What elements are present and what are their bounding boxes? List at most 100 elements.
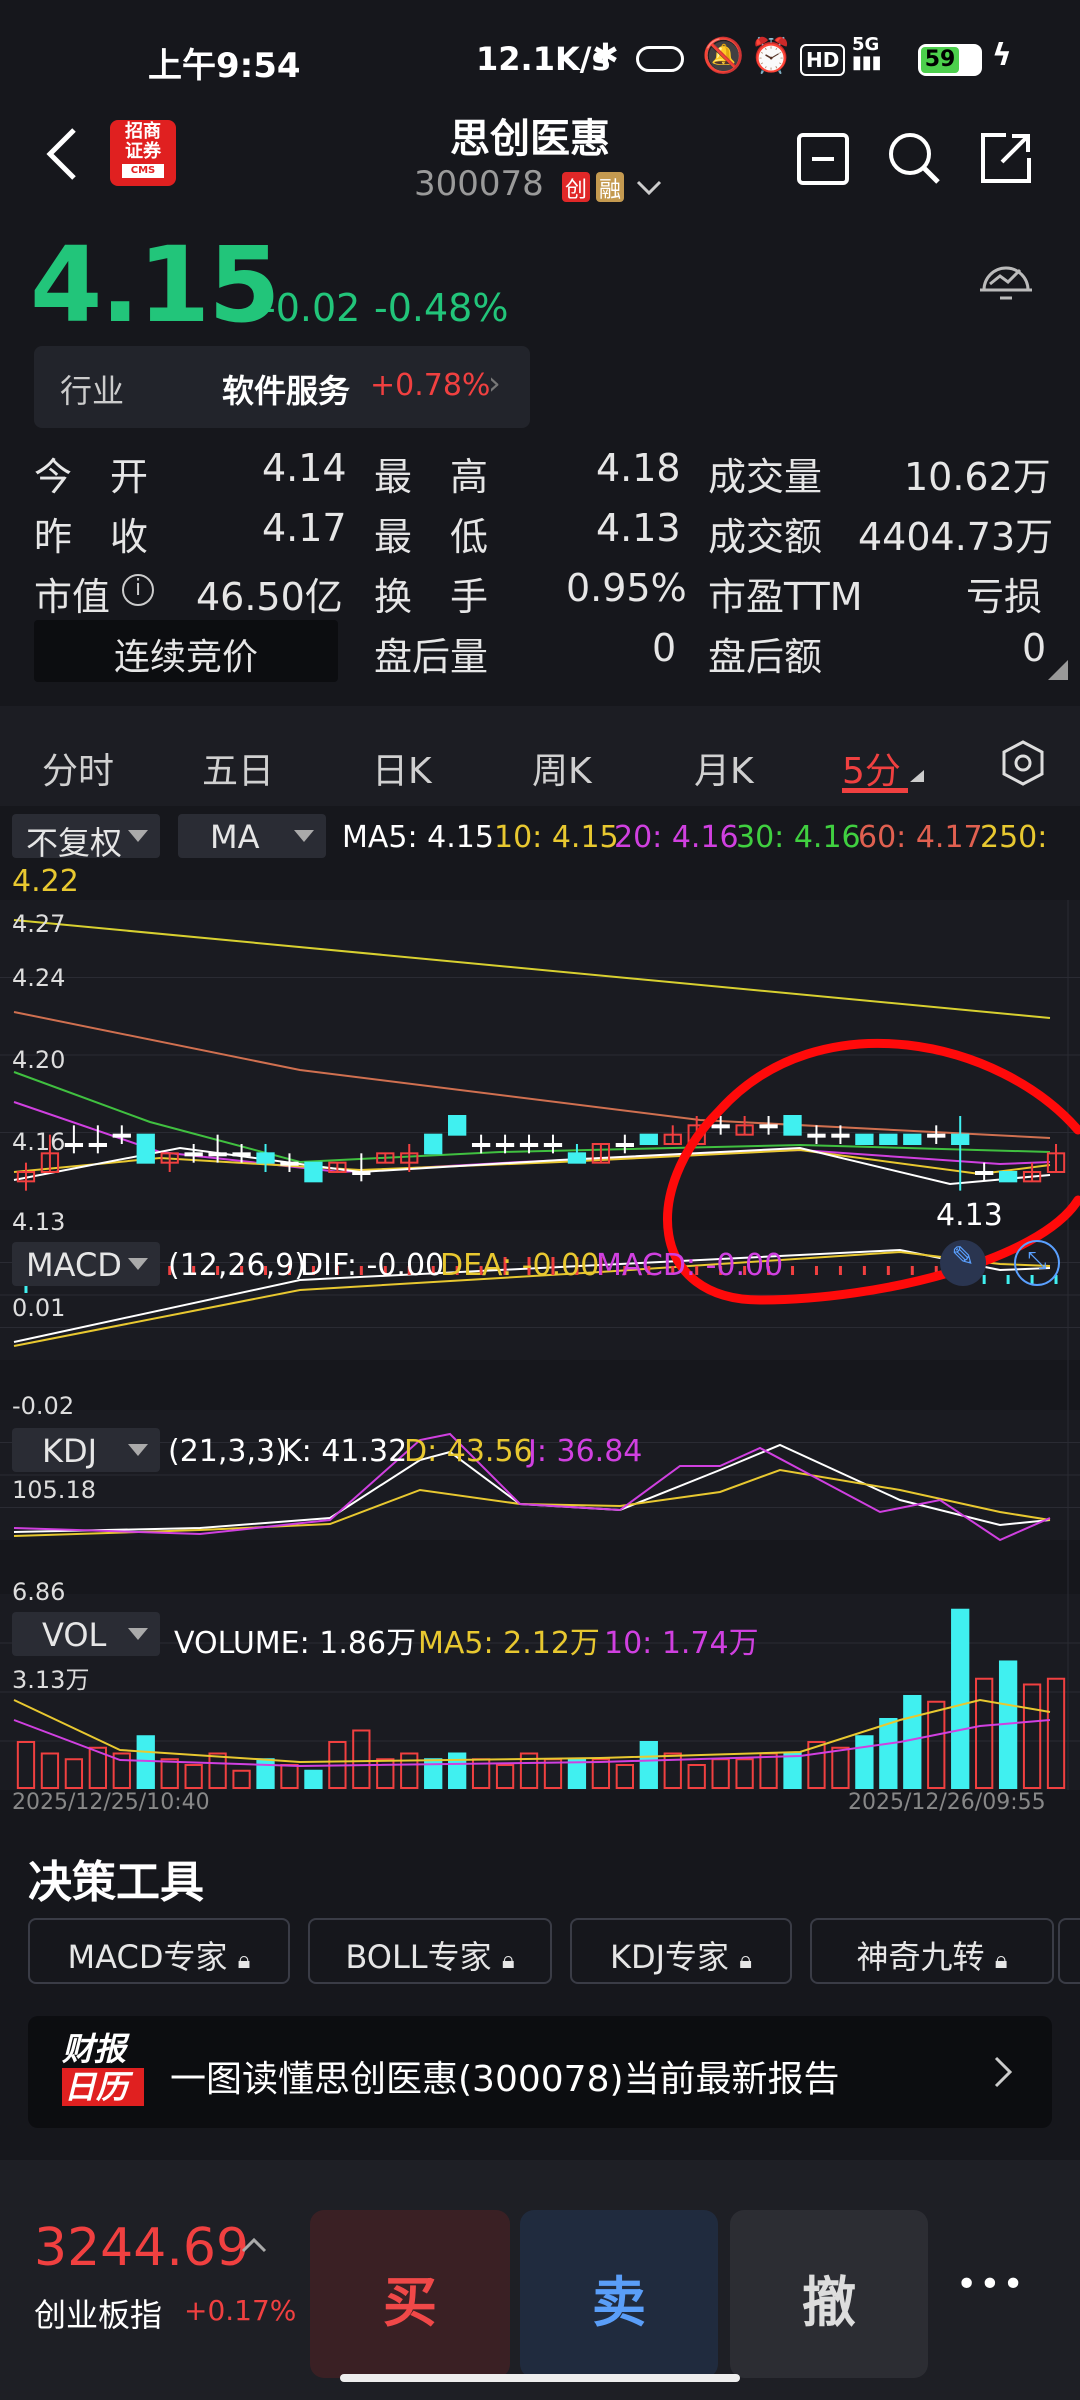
- expand-icon[interactable]: ⤡: [1014, 1240, 1060, 1286]
- after-vol-label: 盘后量: [374, 635, 489, 679]
- kdj-dropdown[interactable]: KDJ: [12, 1428, 160, 1472]
- volume-bar: [304, 1769, 323, 1790]
- low-price-marker: 4.13: [936, 1198, 1003, 1233]
- ma60-value: 60: 4.17: [858, 820, 983, 855]
- chevron-right-icon: [994, 2056, 1013, 2088]
- tab-five-day[interactable]: 五日: [202, 742, 274, 794]
- y-tick-4: 4.16: [12, 1128, 66, 1156]
- home-indicator[interactable]: [340, 2374, 740, 2382]
- more-icon[interactable]: •••: [956, 2264, 1026, 2305]
- price-change-pct: -0.48%: [374, 286, 509, 330]
- prev-close-value: 4.17: [262, 506, 347, 550]
- candle-body: [471, 1143, 491, 1147]
- volume-bar: [855, 1735, 874, 1789]
- macd-value: MACD: -0.00: [596, 1248, 784, 1283]
- macd-params: (12,26,9): [168, 1248, 306, 1283]
- y-tick-top: 4.27: [12, 910, 66, 938]
- logo-top: 财报: [62, 2030, 127, 2068]
- vol-y-top: 3.13万: [12, 1666, 90, 1694]
- mute-icon: 🔕: [702, 36, 745, 76]
- prev-close-label: 昨 收: [34, 515, 149, 559]
- candle-body: [639, 1133, 658, 1146]
- chip-more[interactable]: [1058, 1918, 1080, 1984]
- badge-rong: 融: [596, 172, 624, 203]
- report-banner[interactable]: 财报 日历 一图读懂思创医惠(300078)当前最新报告: [28, 2016, 1052, 2128]
- chip-label: KDJ专家: [609, 1938, 730, 1976]
- candle-body: [448, 1115, 467, 1136]
- kdj-params: (21,3,3): [168, 1434, 287, 1469]
- chip-macd-expert[interactable]: MACD专家 🔒︎: [28, 1918, 290, 1984]
- chevron-up-icon[interactable]: [240, 2236, 268, 2254]
- status-bar: 上午9:54 12.1K/s ✱ 🔕 ⏰ HD 5G ▮▮▮ 59 ϟ: [0, 0, 1080, 100]
- tab-intraday[interactable]: 分时: [42, 742, 114, 794]
- index-change: +0.17%: [184, 2294, 297, 2327]
- volume-bar: [879, 1717, 898, 1789]
- info-icon[interactable]: i: [122, 574, 154, 606]
- macd-dea: DEA: -0.00: [440, 1248, 600, 1283]
- macd-dropdown[interactable]: MACD: [12, 1242, 160, 1286]
- vol-dropdown[interactable]: VOL: [12, 1612, 160, 1656]
- mktcap-label: 市值: [34, 575, 111, 619]
- after-amt-value: 0: [1022, 626, 1047, 670]
- high-value: 4.18: [596, 446, 681, 490]
- broker-logo-line3: CMS: [122, 164, 164, 178]
- chip-boll-expert[interactable]: BOLL专家 🔒︎: [308, 1918, 552, 1984]
- candle-body: [998, 1171, 1018, 1183]
- macd-label: MACD: [26, 1246, 122, 1284]
- tab-daily-k[interactable]: 日K: [372, 742, 432, 794]
- date-right: 2025/12/26/09:55: [848, 1790, 1046, 1815]
- turnover-value: 0.95%: [566, 566, 687, 610]
- mktcap-value: 46.50亿: [196, 575, 343, 619]
- kline-chart[interactable]: [0, 900, 1080, 1940]
- candle-body: [112, 1133, 131, 1138]
- candle-body: [567, 1152, 587, 1164]
- report-text: 一图读懂思创医惠(300078)当前最新报告: [170, 2059, 840, 2100]
- tab-5min[interactable]: 5分: [842, 742, 901, 794]
- hd-icon: HD: [800, 44, 846, 76]
- volume-bar: [256, 1758, 275, 1790]
- index-value[interactable]: 3244.69: [34, 2218, 249, 2278]
- pe-label: 市盈TTM: [708, 575, 863, 619]
- tab-monthly-k[interactable]: 月K: [694, 742, 754, 794]
- settings-icon[interactable]: [1002, 740, 1044, 786]
- open-label: 今 开: [34, 455, 149, 499]
- battery-level: 59: [921, 47, 959, 73]
- dropdown-arrow-icon: [128, 1444, 148, 1456]
- candle-body: [855, 1133, 874, 1146]
- cancel-order-button[interactable]: 撤: [730, 2210, 928, 2378]
- ma250-value: 4.22: [12, 864, 79, 899]
- chip-magic-nine[interactable]: 神奇九转 🔒︎: [810, 1918, 1054, 1984]
- back-icon[interactable]: [44, 126, 80, 182]
- edit-icon[interactable]: ✎: [940, 1240, 986, 1286]
- logo-bottom: 日历: [62, 2068, 144, 2106]
- price-alert-icon[interactable]: [976, 256, 1036, 316]
- lock-icon: 🔒︎: [237, 1946, 251, 1974]
- share-icon[interactable]: [978, 130, 1034, 186]
- tab-dropdown-icon[interactable]: [910, 770, 924, 782]
- chevron-down-icon[interactable]: [634, 178, 664, 198]
- candle-body: [495, 1143, 515, 1147]
- industry-name: 软件服务: [222, 372, 351, 410]
- search-icon[interactable]: [886, 130, 942, 186]
- candle-body: [184, 1152, 203, 1157]
- chip-kdj-expert[interactable]: KDJ专家 🔒︎: [570, 1918, 792, 1984]
- volume-bar: [448, 1752, 467, 1789]
- adjust-dropdown[interactable]: 不复权: [12, 814, 160, 862]
- dropdown-arrow-icon: [128, 1258, 148, 1270]
- sell-button[interactable]: 卖: [520, 2210, 718, 2378]
- buy-button[interactable]: 买: [310, 2210, 510, 2378]
- industry-label: 行业: [60, 372, 125, 410]
- vol-ma10: 10: 1.74万: [604, 1626, 759, 1661]
- minus-box-icon[interactable]: [796, 132, 850, 186]
- candle-body: [951, 1133, 970, 1146]
- ma30-value: 30: 4.16: [736, 820, 861, 855]
- current-price: 4.15: [30, 224, 281, 346]
- corner-expand-icon[interactable]: [1048, 660, 1068, 680]
- industry-row[interactable]: 行业 软件服务 +0.78% ›: [34, 346, 530, 428]
- candle-body: [136, 1133, 155, 1164]
- candle-body: [615, 1143, 634, 1147]
- candle-body: [208, 1152, 227, 1157]
- app-header: 招商 证券 CMS 思创医惠 300078 创 融: [0, 100, 1080, 220]
- tab-weekly-k[interactable]: 周K: [532, 742, 592, 794]
- ma-dropdown[interactable]: MA: [178, 814, 326, 858]
